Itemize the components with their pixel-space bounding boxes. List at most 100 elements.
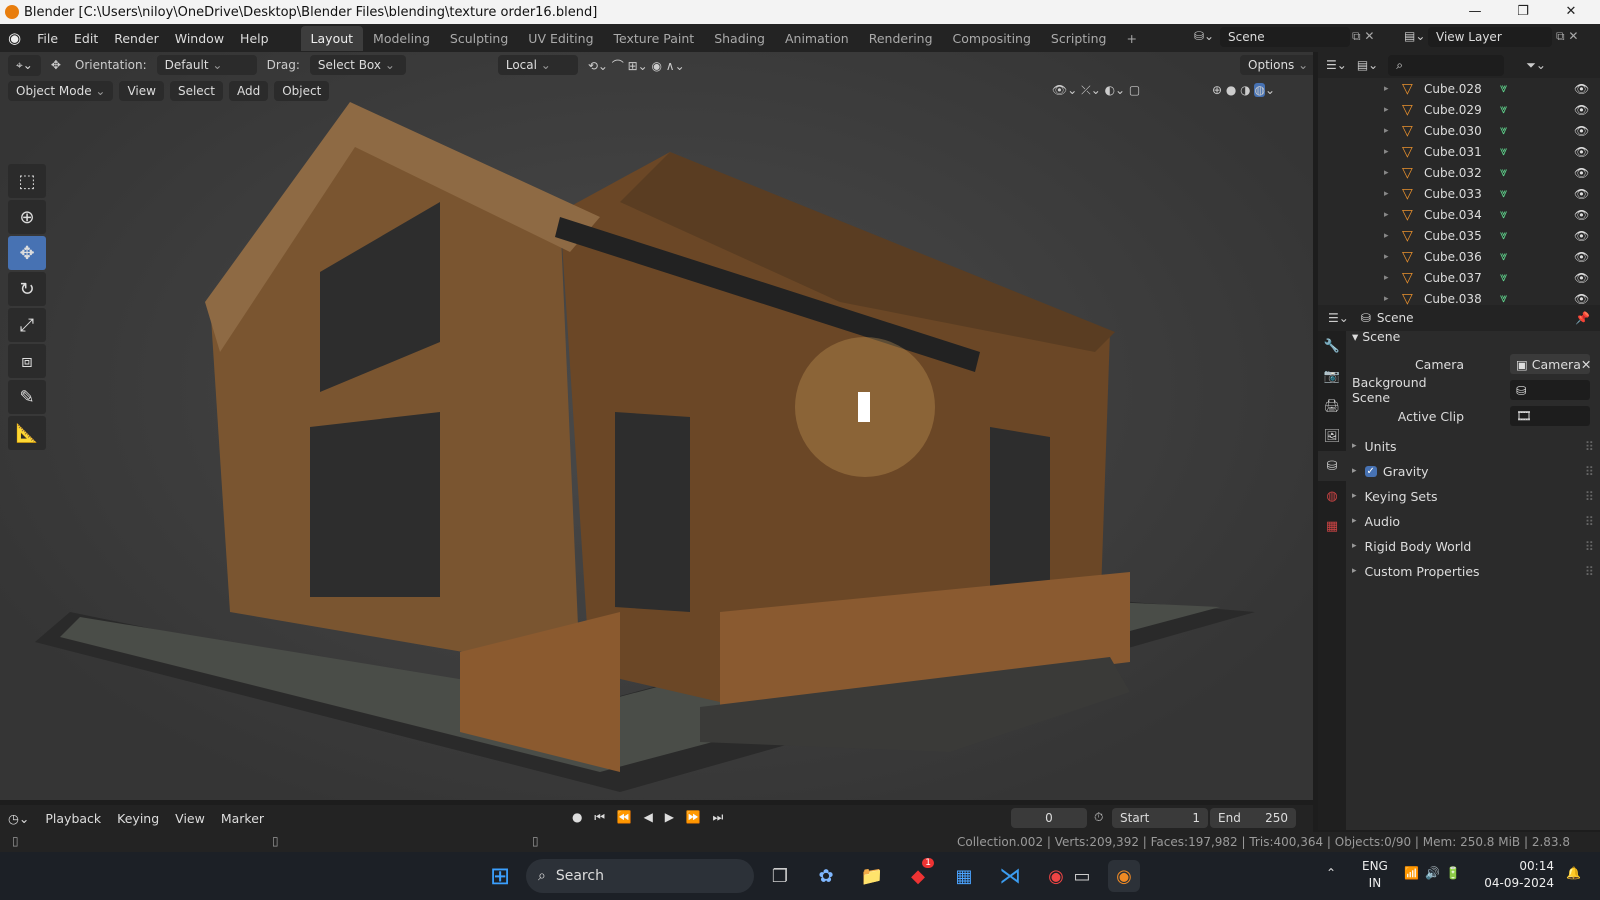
new-view-layer-icon[interactable]: ⧉ ✕ (1556, 29, 1578, 44)
outliner-item[interactable]: ▸ ▽ Cube.032 ⩔ 👁 (1318, 162, 1600, 183)
menu-file[interactable]: File (29, 31, 66, 46)
panel-gravity[interactable]: ▸ ✓ Gravity ⠿ (1352, 460, 1594, 482)
visibility-eye-icon[interactable]: 👁 (1574, 82, 1589, 96)
tab-scripting[interactable]: Scripting (1041, 26, 1117, 51)
visibility-eye-icon[interactable]: 👁 (1574, 271, 1589, 285)
menu-render[interactable]: Render (106, 31, 167, 46)
drag-handle-icon[interactable]: ⠿ (1585, 489, 1594, 504)
copilot-icon[interactable]: ✿ (810, 860, 842, 892)
taskbar-search[interactable]: ⌕ Search (526, 859, 754, 893)
expand-icon[interactable]: ▸ (1384, 84, 1389, 94)
view-layer-selector[interactable]: View Layer (1428, 27, 1552, 47)
clock[interactable]: 00:14 04-09-2024 (1484, 858, 1554, 892)
outliner-item[interactable]: ▸ ▽ Cube.033 ⩔ 👁 (1318, 183, 1600, 204)
panel-rigid-body-world[interactable]: ▸ Rigid Body World ⠿ (1352, 535, 1594, 557)
visibility-eye-icon[interactable]: 👁 (1574, 250, 1589, 264)
menu-select[interactable]: Select (169, 81, 223, 101)
outliner-item[interactable]: ▸ ▽ Cube.029 ⩔ 👁 (1318, 99, 1600, 120)
outliner-search-input[interactable]: ⌕ (1388, 54, 1505, 76)
expand-icon[interactable]: ▸ (1384, 126, 1389, 136)
texture-tab-icon[interactable]: ▦ (1318, 511, 1346, 541)
tab-shading[interactable]: Shading (704, 26, 775, 51)
properties-editor-icon[interactable]: ☰⌄ (1328, 311, 1349, 325)
clear-camera-icon[interactable]: ✕ (1581, 357, 1597, 372)
measure-icon[interactable]: 📐 (8, 416, 46, 450)
panel-audio[interactable]: ▸ Audio ⠿ (1352, 510, 1594, 532)
outliner-item[interactable]: ▸ ▽ Cube.035 ⩔ 👁 (1318, 225, 1600, 246)
outliner-editor-icon[interactable]: ☰⌄ (1326, 58, 1347, 72)
blender-menu-icon[interactable]: ◉ (0, 29, 29, 47)
menu-object[interactable]: Object (274, 81, 330, 101)
expand-icon[interactable]: ▸ (1384, 252, 1389, 262)
cursor-icon[interactable]: ⊕ (8, 200, 46, 234)
outliner-item[interactable]: ▸ ▽ Cube.031 ⩔ 👁 (1318, 141, 1600, 162)
tab-compositing[interactable]: Compositing (943, 26, 1041, 51)
rotate-icon[interactable]: ↻ (8, 272, 46, 306)
expand-icon[interactable]: ▸ (1384, 189, 1389, 199)
transform-icon[interactable]: ⧈ (8, 344, 46, 378)
expand-icon[interactable]: ▸ (1384, 210, 1389, 220)
app-icon[interactable]: ◆ 1 (902, 858, 934, 892)
visibility-eye-icon[interactable]: 👁 (1574, 145, 1589, 159)
outliner-item[interactable]: ▸ ▽ Cube.028 ⩔ 👁 (1318, 78, 1600, 99)
outliner-item[interactable]: ▸ ▽ Cube.036 ⩔ 👁 (1318, 246, 1600, 267)
wifi-volume-battery-icons[interactable]: 📶🔊🔋 (1404, 866, 1467, 880)
shading-mode-icons[interactable]: ⊕ ● ◑ ◍⌄ (1208, 83, 1279, 97)
menu-help[interactable]: Help (232, 31, 277, 46)
background-scene-field[interactable]: ⛁ (1510, 380, 1590, 400)
outliner-item[interactable]: ▸ ▽ Cube.030 ⩔ 👁 (1318, 120, 1600, 141)
expand-icon[interactable]: ▸ (1384, 147, 1389, 157)
blender-taskbar-icon[interactable]: ◉ (1108, 860, 1140, 892)
visibility-eye-icon[interactable]: 👁 (1574, 103, 1589, 117)
tab-modeling[interactable]: Modeling (363, 26, 440, 51)
menu-keying[interactable]: Keying (109, 811, 167, 826)
start-frame-field[interactable]: Start 1 (1112, 808, 1208, 828)
expand-icon[interactable]: ▸ (1384, 273, 1389, 283)
file-explorer-icon[interactable]: 📁 (856, 860, 888, 892)
panel-keying-sets[interactable]: ▸ Keying Sets ⠿ (1352, 485, 1594, 507)
view-layer-icon[interactable]: ▤⌄ (1404, 29, 1425, 43)
visibility-eye-icon[interactable]: 👁 (1574, 166, 1589, 180)
drag-handle-icon[interactable]: ⠿ (1585, 464, 1594, 479)
drag-handle-icon[interactable]: ⠿ (1585, 539, 1594, 554)
tab-layout[interactable]: Layout (300, 25, 364, 51)
end-frame-field[interactable]: End 250 (1210, 808, 1296, 828)
current-frame-field[interactable]: 0 (1011, 808, 1087, 828)
add-workspace-button[interactable]: + (1117, 26, 1147, 51)
expand-icon[interactable]: ▸ (1384, 294, 1389, 304)
3d-viewport[interactable]: ⌖⌄ ✥ Orientation: Default Drag: Select B… (0, 52, 1313, 800)
tab-texture-paint[interactable]: Texture Paint (604, 26, 705, 51)
pin-icon[interactable]: 📌 (1575, 311, 1590, 325)
editor-type-button[interactable]: ⌖⌄ (8, 54, 41, 76)
menu-playback[interactable]: Playback (37, 811, 109, 826)
playback-controls[interactable]: ● ⏮ ⏪ ◀ ▶ ⏩ ⏭ (572, 810, 727, 825)
pivot-dropdown[interactable]: Local (497, 55, 578, 75)
menu-add[interactable]: Add (228, 81, 269, 101)
visibility-eye-icon[interactable]: 👁 (1574, 292, 1589, 306)
visibility-eye-icon[interactable]: 👁 (1574, 124, 1589, 138)
drag-dropdown[interactable]: Select Box (309, 55, 406, 75)
tab-rendering[interactable]: Rendering (859, 26, 943, 51)
visibility-eye-icon[interactable]: 👁 (1574, 208, 1589, 222)
panel-units[interactable]: ▸ Units ⠿ (1352, 435, 1594, 457)
tab-sculpting[interactable]: Sculpting (440, 26, 518, 51)
tab-animation[interactable]: Animation (775, 26, 859, 51)
outliner-item[interactable]: ▸ ▽ Cube.034 ⩔ 👁 (1318, 204, 1600, 225)
scene-tab-icon[interactable]: ⛁ (1318, 451, 1346, 481)
visibility-eye-icon[interactable]: 👁 (1574, 187, 1589, 201)
active-clip-field[interactable]: 🎞 (1510, 406, 1590, 426)
drag-handle-icon[interactable]: ⠿ (1585, 564, 1594, 579)
store-icon[interactable]: ▦ (948, 860, 980, 892)
menu-view[interactable]: View (119, 81, 164, 101)
notifications-icon[interactable]: 🔔 (1566, 866, 1581, 880)
language-indicator[interactable]: ENG IN (1362, 858, 1388, 892)
scene-icon[interactable]: ⛁⌄ (1194, 29, 1214, 43)
drag-handle-icon[interactable]: ⠿ (1585, 439, 1594, 454)
scene-selector[interactable]: Scene (1220, 27, 1350, 47)
world-tab-icon[interactable]: ◍ (1318, 481, 1346, 511)
restore-button[interactable]: ❐ (1500, 0, 1546, 24)
annotate-icon[interactable]: ✎ (8, 380, 46, 414)
select-box-icon[interactable]: ⬚ (8, 164, 46, 198)
terminal-icon[interactable]: ▭ (1066, 860, 1098, 892)
outliner-item[interactable]: ▸ ▽ Cube.037 ⩔ 👁 (1318, 267, 1600, 288)
